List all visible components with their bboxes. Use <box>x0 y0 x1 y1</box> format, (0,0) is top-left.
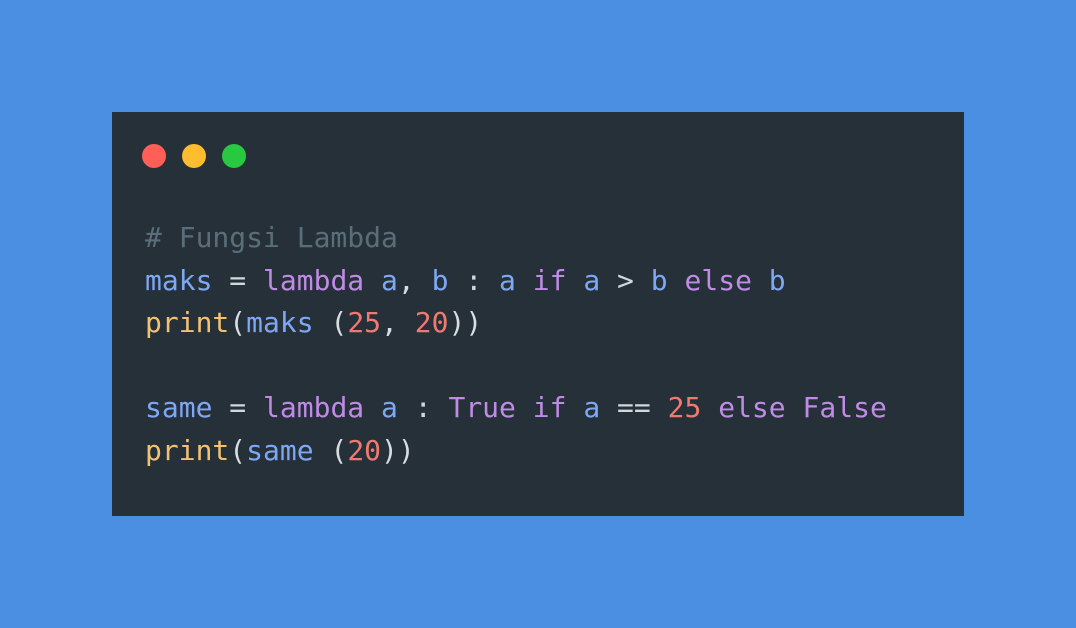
code-token-comment: # Fungsi Lambda <box>145 221 398 254</box>
code-token-num: 20 <box>414 306 449 339</box>
code-token-op: : <box>397 391 449 424</box>
code-token-var: a <box>583 391 601 424</box>
code-token-var: same <box>246 433 314 467</box>
code-token-op: : <box>448 263 500 297</box>
code-window: # Fungsi Lambda maks = lambda a, b : a if… <box>112 112 964 516</box>
code-token-kw: if <box>532 263 567 297</box>
code-token-punc: )) <box>448 306 483 339</box>
code-token-op <box>668 264 685 297</box>
code-token-op <box>566 391 583 424</box>
code-token-var: b <box>768 263 786 297</box>
maximize-dot[interactable] <box>222 144 246 168</box>
code-token-punc: ( <box>229 306 247 339</box>
code-token-var: a <box>381 391 398 424</box>
code-token-punc: ( <box>313 433 348 467</box>
code-token-punc: ( <box>313 306 348 339</box>
window-controls <box>142 144 246 168</box>
code-token-var: b <box>431 263 449 297</box>
code-token-op <box>364 391 381 424</box>
code-token-fn: print <box>145 306 230 339</box>
code-token-op: == <box>600 391 668 424</box>
code-block: # Fungsi Lambda maks = lambda a, b : a if… <box>145 217 887 472</box>
minimize-dot[interactable] <box>182 144 206 168</box>
code-token-fn: print <box>145 433 230 467</box>
code-line: same = lambda a : True if a == 25 else F… <box>145 387 887 430</box>
code-token-var: a <box>381 263 398 297</box>
code-token-kw: True <box>448 391 516 424</box>
code-token-op <box>364 264 381 297</box>
code-token-op <box>516 391 533 424</box>
code-token-op <box>145 349 162 382</box>
code-token-num: 25 <box>347 306 382 339</box>
code-line: print(maks (25, 20)) <box>145 302 887 345</box>
code-token-op: = <box>212 263 264 297</box>
code-token-op <box>701 391 718 424</box>
code-token-kw: False <box>802 391 887 424</box>
code-token-op <box>752 264 769 297</box>
code-token-op: = <box>212 391 264 424</box>
code-token-var: b <box>650 263 668 297</box>
code-token-punc: )) <box>381 433 415 467</box>
code-token-kw: lambda <box>263 263 365 297</box>
code-token-var: same <box>145 391 213 424</box>
code-token-punc: , <box>397 263 432 297</box>
code-token-kw: else <box>684 263 752 297</box>
code-token-kw: if <box>532 391 567 424</box>
code-token-punc: ( <box>229 433 247 467</box>
code-token-op <box>516 264 533 297</box>
code-token-var: maks <box>145 263 213 297</box>
code-token-kw: else <box>718 391 786 424</box>
code-line <box>145 345 887 388</box>
code-token-op: > <box>600 263 651 297</box>
code-line: # Fungsi Lambda <box>145 217 887 260</box>
code-token-num: 20 <box>347 433 382 467</box>
code-token-var: maks <box>246 306 314 339</box>
code-token-var: a <box>583 263 601 297</box>
code-token-var: a <box>499 263 516 297</box>
code-line: print(same (20)) <box>145 430 887 473</box>
code-token-kw: lambda <box>263 391 365 424</box>
code-token-num: 25 <box>667 391 702 424</box>
code-line: maks = lambda a, b : a if a > b else b <box>145 260 887 303</box>
code-token-punc: , <box>381 306 415 339</box>
close-dot[interactable] <box>142 144 166 168</box>
code-token-op <box>786 391 803 424</box>
code-token-op <box>566 264 583 297</box>
